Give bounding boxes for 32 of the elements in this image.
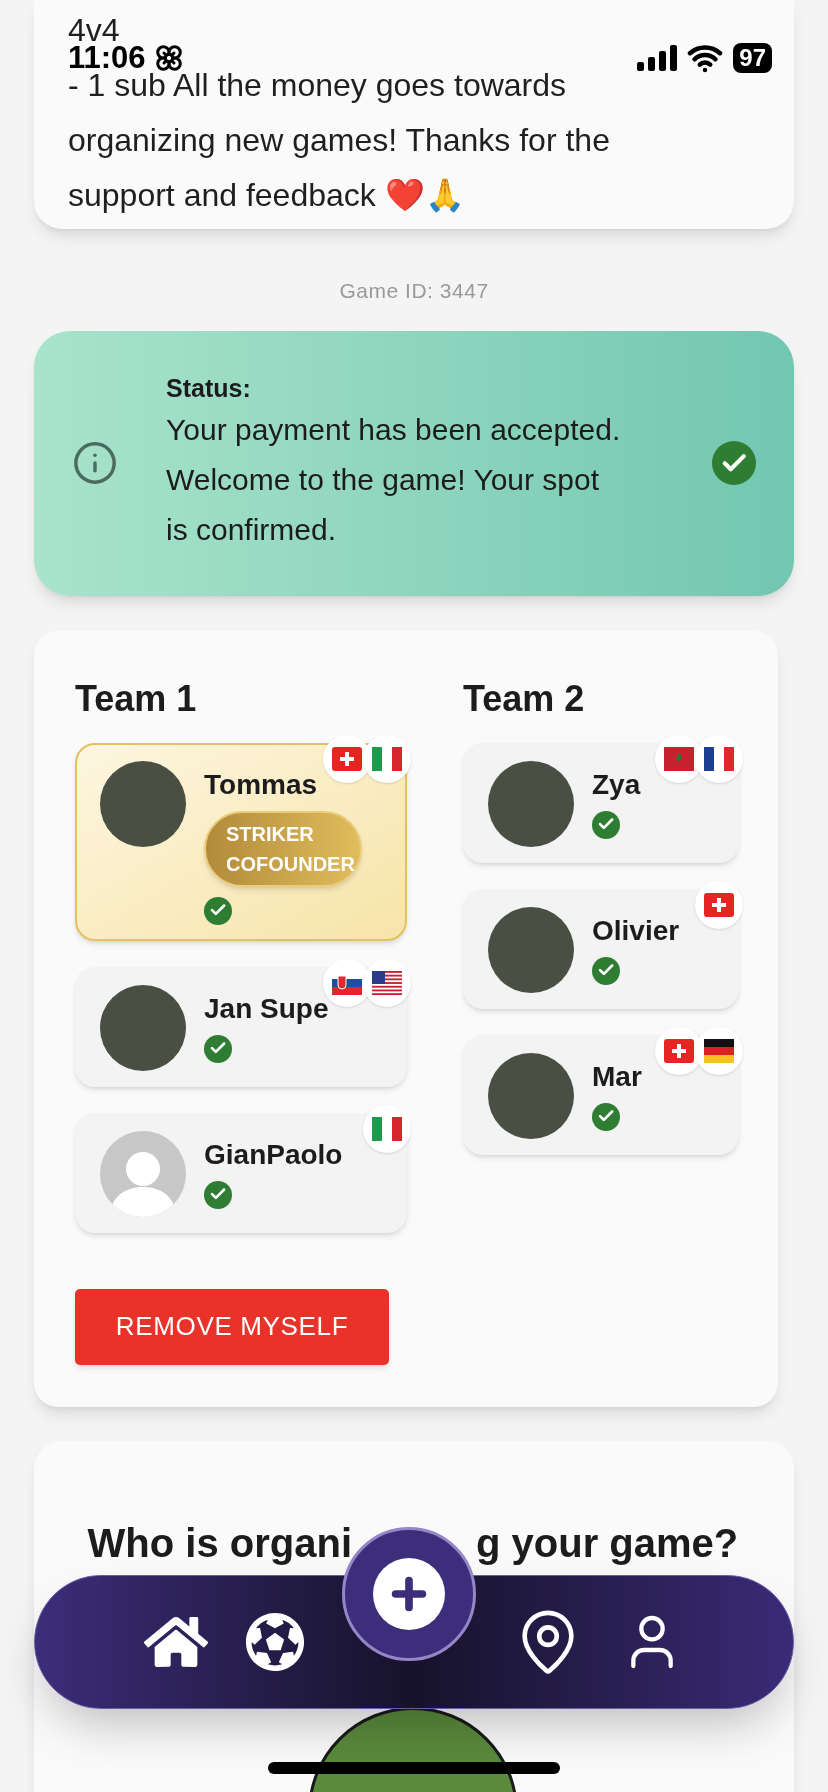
player-name: Mar bbox=[592, 1060, 642, 1093]
info-icon bbox=[72, 440, 118, 486]
flag-icon bbox=[363, 1104, 411, 1153]
flag-icon bbox=[363, 958, 411, 1007]
player-card[interactable]: Olivier bbox=[463, 888, 739, 1009]
organizer-heading: g your game? bbox=[476, 1519, 739, 1567]
team-title: Team 2 bbox=[463, 678, 586, 719]
player-card[interactable]: GianPaolo bbox=[75, 1112, 407, 1233]
flag-icon bbox=[695, 880, 743, 929]
flag-icon bbox=[363, 734, 411, 783]
flag-icon bbox=[695, 1026, 743, 1075]
battery-level: 97 bbox=[733, 43, 772, 73]
game-id-text: Game ID: 3447 bbox=[339, 278, 489, 304]
team-title: Team 1 bbox=[75, 678, 198, 719]
player-name: Tommas bbox=[204, 768, 318, 801]
flag-icon bbox=[695, 734, 743, 783]
player-card[interactable]: Mar bbox=[463, 1034, 739, 1155]
player-card[interactable]: Jan Supe bbox=[75, 966, 407, 1087]
player-card[interactable]: Tommas STRIKER COFOUNDER bbox=[75, 742, 407, 941]
organizer-heading: Who is organi bbox=[86, 1519, 352, 1567]
signal-icon bbox=[637, 45, 678, 71]
status-title: Status: bbox=[166, 373, 252, 404]
player-name: GianPaolo bbox=[204, 1138, 343, 1171]
player-name: Jan Supe bbox=[204, 992, 329, 1025]
player-card[interactable]: Zya bbox=[463, 742, 739, 863]
player-name: Olivier bbox=[592, 914, 680, 947]
role-badge: STRIKER COFOUNDER bbox=[204, 810, 362, 887]
remove-myself-button[interactable]: REMOVE MYSELF bbox=[75, 1288, 389, 1365]
flower-icon bbox=[153, 43, 184, 73]
soccer-ball-icon[interactable] bbox=[244, 1612, 305, 1672]
status-message: Your payment has been accepted. Welcome to the game! Your spot is confirmed. bbox=[166, 412, 621, 548]
player-name: Zya bbox=[592, 768, 641, 801]
